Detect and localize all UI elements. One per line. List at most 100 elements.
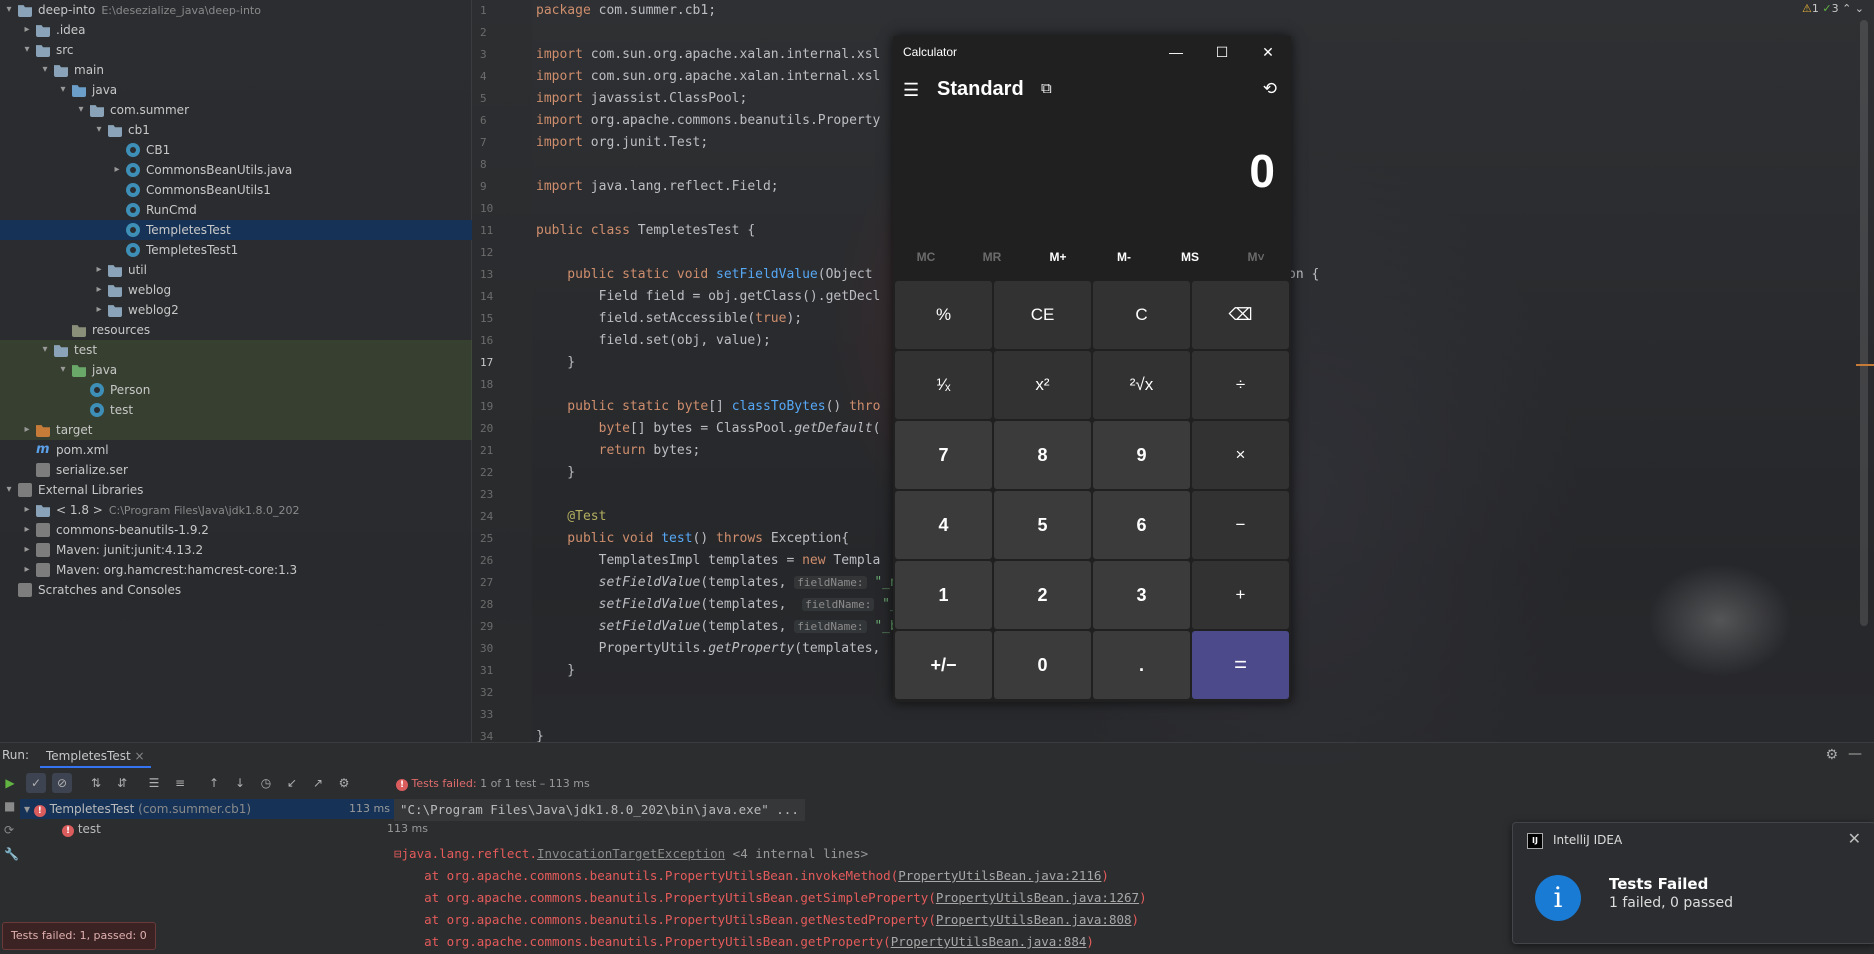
tree-node[interactable]: ▸ Maven: org.hamcrest:hamcrest-core:1.3: [0, 560, 472, 580]
memory-button[interactable]: MR: [959, 242, 1025, 272]
code-line[interactable]: field.set(obj, value);: [536, 330, 771, 352]
chevron-down-icon[interactable]: ▾: [76, 100, 86, 120]
tree-node[interactable]: ▾ External Libraries: [0, 480, 472, 500]
chevron-down-icon[interactable]: ▾: [40, 60, 50, 80]
hide-icon[interactable]: —: [1848, 746, 1862, 762]
maximize-button[interactable]: ☐: [1199, 40, 1245, 64]
calc-key[interactable]: −: [1192, 491, 1289, 559]
gear-icon[interactable]: ⚙: [1825, 747, 1838, 763]
tree-node[interactable]: RunCmd: [0, 200, 472, 220]
tree-node[interactable]: ▸ CommonsBeanUtils.java: [0, 160, 472, 180]
source-link[interactable]: PropertyUtilsBean.java:808: [936, 912, 1132, 927]
code-line[interactable]: }: [536, 660, 575, 682]
run-tab-templetestest[interactable]: TempletesTest ×: [40, 746, 151, 768]
tree-node[interactable]: ▸ < 1.8 > C:\Program Files\Java\jdk1.8.0_2…: [0, 500, 472, 520]
calc-key[interactable]: CE: [994, 281, 1091, 349]
tree-node[interactable]: Scratches and Consoles: [0, 580, 472, 600]
history-icon[interactable]: ◷: [256, 773, 276, 793]
chevron-right-icon[interactable]: ▸: [22, 560, 32, 580]
sort-duration-icon[interactable]: ⇵: [112, 773, 132, 793]
calc-key[interactable]: 3: [1093, 561, 1190, 629]
chevron-right-icon[interactable]: ▸: [94, 280, 104, 300]
chevron-down-icon[interactable]: ▾: [94, 120, 104, 140]
chevron-down-icon[interactable]: ▾: [22, 40, 32, 60]
minimize-button[interactable]: —: [1153, 40, 1199, 64]
sort-alpha-icon[interactable]: ⇅: [86, 773, 106, 793]
show-passed-icon[interactable]: ✓: [26, 773, 46, 793]
chevron-down-icon[interactable]: ▾: [4, 0, 14, 20]
keep-on-top-icon[interactable]: ⧉: [1041, 80, 1052, 97]
calc-key[interactable]: 5: [994, 491, 1091, 559]
source-link[interactable]: PropertyUtilsBean.java:884: [891, 934, 1087, 949]
chevron-right-icon[interactable]: ▸: [94, 300, 104, 320]
chevron-right-icon[interactable]: ▸: [22, 500, 32, 520]
calc-key[interactable]: ÷: [1192, 351, 1289, 419]
chevron-right-icon[interactable]: ▸: [94, 260, 104, 280]
tree-node[interactable]: ▾ java: [0, 360, 472, 380]
tree-node[interactable]: test: [0, 400, 472, 420]
import-tests-icon[interactable]: ↙: [282, 773, 302, 793]
tree-node[interactable]: ▾ src: [0, 40, 472, 60]
collapse-all-icon[interactable]: ≡: [170, 773, 190, 793]
memory-button[interactable]: M˅: [1223, 242, 1289, 272]
export-tests-icon[interactable]: ↗: [308, 773, 328, 793]
chevron-down-icon[interactable]: ▾: [40, 340, 50, 360]
calculator-titlebar[interactable]: Calculator — ☐ ✕: [893, 36, 1291, 68]
chevron-down-icon[interactable]: ▾: [24, 802, 34, 816]
status-badge[interactable]: Tests failed: 1, passed: 0: [2, 922, 156, 950]
code-line[interactable]: import org.junit.Test;: [536, 132, 708, 154]
tree-node[interactable]: ▸ Maven: junit:junit:4.13.2: [0, 540, 472, 560]
tree-node[interactable]: ▾ main: [0, 60, 472, 80]
code-line[interactable]: public class TempletesTest {: [536, 220, 755, 242]
calc-key[interactable]: .: [1093, 631, 1190, 699]
source-link[interactable]: PropertyUtilsBean.java:2116: [898, 868, 1101, 883]
next-test-icon[interactable]: ↓: [230, 773, 250, 793]
code-line[interactable]: setFieldValue(templates, fieldName: "_n: [536, 572, 898, 594]
test-node[interactable]: ! test 113 ms: [20, 819, 432, 839]
tree-node[interactable]: TempletesTest1: [0, 240, 472, 260]
tree-node[interactable]: ▸ weblog2: [0, 300, 472, 320]
rerun-icon[interactable]: ▶: [0, 773, 20, 793]
editor-scrollbar[interactable]: [1860, 20, 1868, 626]
chevron-right-icon[interactable]: ▸: [22, 540, 32, 560]
show-ignored-icon[interactable]: ⊘: [52, 773, 72, 793]
notification-popup[interactable]: IJ IntelliJ IDEA ✕ i Tests Failed 1 fail…: [1512, 822, 1874, 944]
chevron-down-icon[interactable]: ⌄: [1855, 2, 1864, 15]
chevron-right-icon[interactable]: ▸: [22, 20, 32, 40]
tree-node[interactable]: ▸ .idea: [0, 20, 472, 40]
calc-key[interactable]: %: [895, 281, 992, 349]
code-line[interactable]: @Test: [536, 506, 606, 528]
calc-key[interactable]: ²√x: [1093, 351, 1190, 419]
calc-key[interactable]: 6: [1093, 491, 1190, 559]
tree-node[interactable]: ▾ deep-into E:\desezialize_java\deep-into: [0, 0, 472, 20]
calc-key[interactable]: =: [1192, 631, 1289, 699]
wrench-icon[interactable]: 🔧: [4, 847, 19, 861]
hamburger-menu-icon[interactable]: ☰: [903, 80, 919, 101]
chevron-right-icon[interactable]: ▸: [22, 520, 32, 540]
memory-button[interactable]: M+: [1025, 242, 1091, 272]
calc-key[interactable]: ×: [1192, 421, 1289, 489]
source-link[interactable]: PropertyUtilsBean.java:1267: [936, 890, 1139, 905]
code-line[interactable]: public void test() throws Exception{: [536, 528, 849, 550]
close-tab-icon[interactable]: ×: [135, 749, 145, 763]
code-line[interactable]: byte[] bytes = ClassPool.getDefault(: [536, 418, 881, 440]
tree-node[interactable]: ▾ com.summer: [0, 100, 472, 120]
exception-link[interactable]: InvocationTargetException: [537, 846, 725, 861]
chevron-down-icon[interactable]: ▾: [58, 80, 68, 100]
tree-node[interactable]: ▸ weblog: [0, 280, 472, 300]
tree-node[interactable]: ▾ test: [0, 340, 472, 360]
memory-button[interactable]: M-: [1091, 242, 1157, 272]
code-line[interactable]: public static void setFieldValue(Object: [536, 264, 872, 286]
inspection-widget[interactable]: ⚠1 ✓3 ⌃ ⌄: [1802, 2, 1864, 15]
calc-key[interactable]: 8: [994, 421, 1091, 489]
code-line[interactable]: setFieldValue(templates, fieldName: "_: [536, 594, 898, 616]
tree-node[interactable]: ▾ cb1: [0, 120, 472, 140]
code-line[interactable]: }: [536, 462, 575, 484]
code-line[interactable]: PropertyUtils.getProperty(templates,: [536, 638, 881, 660]
code-line[interactable]: import javassist.ClassPool;: [536, 88, 747, 110]
calc-key[interactable]: 9: [1093, 421, 1190, 489]
history-icon[interactable]: ⟲: [1263, 79, 1277, 99]
settings-icon[interactable]: ⚙: [334, 773, 354, 793]
test-node[interactable]: ▾ ! TempletesTest (com.summer.cb1) 113 ms: [20, 799, 394, 819]
code-line[interactable]: field.setAccessible(true);: [536, 308, 803, 330]
